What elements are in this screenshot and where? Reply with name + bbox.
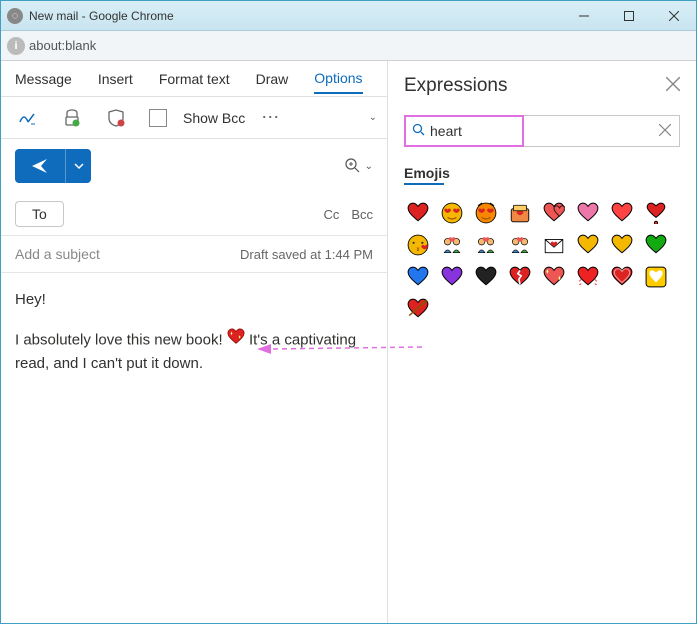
maximize-button[interactable] <box>606 1 651 31</box>
tab-format-text[interactable]: Format text <box>159 71 230 93</box>
subject-row: Add a subject Draft saved at 1:44 PM <box>1 236 387 273</box>
body-line-1: Hey! <box>15 289 373 312</box>
couple-heart[interactable] <box>438 231 466 259</box>
yellow-heart-2[interactable] <box>608 231 636 259</box>
draft-status: Draft saved at 1:44 PM <box>240 247 373 262</box>
blue-heart[interactable] <box>404 263 432 291</box>
tab-options[interactable]: Options <box>314 70 362 94</box>
tab-insert[interactable]: Insert <box>98 71 133 93</box>
close-panel-button[interactable] <box>666 77 680 96</box>
window-titlebar: ◌ New mail - Google Chrome <box>1 1 696 31</box>
heart-eyes-cat[interactable] <box>472 199 500 227</box>
site-info-icon[interactable]: i <box>7 37 25 55</box>
pink-heart[interactable] <box>574 199 602 227</box>
red-heart[interactable] <box>404 199 432 227</box>
zoom-icon <box>345 158 361 174</box>
subject-input[interactable]: Add a subject <box>15 246 100 262</box>
sparkling-heart-inline <box>227 328 245 354</box>
heart-exclamation[interactable] <box>642 199 670 227</box>
url-text: about:blank <box>29 38 96 53</box>
emoji-search-box[interactable] <box>404 115 524 147</box>
broken-heart[interactable] <box>506 263 534 291</box>
orange-heart[interactable] <box>608 199 636 227</box>
close-window-button[interactable] <box>651 1 696 31</box>
browser-favicon: ◌ <box>7 8 23 24</box>
sensitivity-icon[interactable] <box>99 104 133 132</box>
send-button[interactable] <box>15 149 91 183</box>
ribbon-collapse-icon[interactable]: ⌄ <box>369 112 377 123</box>
show-bcc-checkbox[interactable] <box>149 109 167 127</box>
search-row <box>404 115 680 147</box>
emoji-category-label: Emojis <box>404 165 680 181</box>
kissing-face[interactable] <box>404 231 432 259</box>
expressions-panel: Expressions Emojis <box>388 61 696 623</box>
minimize-button[interactable] <box>561 1 606 31</box>
to-button[interactable]: To <box>15 201 64 227</box>
search-icon <box>412 123 426 140</box>
two-hearts[interactable] <box>540 199 568 227</box>
emoji-search-input[interactable] <box>430 123 500 139</box>
options-toolbar: Show Bcc ⋯ ⌄ <box>1 97 387 139</box>
mail-body[interactable]: Hey! I absolutely love this new book! It… <box>1 273 387 408</box>
clear-search-button[interactable] <box>659 123 671 139</box>
black-heart[interactable] <box>472 263 500 291</box>
heart-decoration[interactable] <box>642 263 670 291</box>
couple-heart-2[interactable] <box>506 231 534 259</box>
category-underline <box>404 183 444 185</box>
beating-heart[interactable] <box>574 263 602 291</box>
yellow-heart[interactable] <box>574 231 602 259</box>
panel-title: Expressions <box>404 75 508 97</box>
address-bar[interactable]: i about:blank <box>1 31 696 61</box>
growing-heart[interactable] <box>608 263 636 291</box>
cc-button[interactable]: Cc <box>323 207 339 222</box>
zoom-control[interactable]: ⌄ <box>345 158 373 174</box>
green-heart[interactable] <box>642 231 670 259</box>
more-options-button[interactable]: ⋯ <box>261 107 281 128</box>
window-title: New mail - Google Chrome <box>29 9 561 23</box>
send-dropdown[interactable] <box>65 149 91 183</box>
show-bcc-label: Show Bcc <box>183 110 245 126</box>
love-letter[interactable] <box>540 231 568 259</box>
to-row: To Cc Bcc <box>1 193 387 236</box>
encrypt-icon[interactable] <box>55 104 89 132</box>
bcc-button[interactable]: Bcc <box>351 207 373 222</box>
ribbon-tabs: Message Insert Format text Draw Options <box>1 61 387 97</box>
heart-arrow[interactable] <box>404 295 432 323</box>
action-row: ⌄ <box>1 139 387 193</box>
chevron-down-icon: ⌄ <box>365 161 373 172</box>
body-line-2: I absolutely love this new book! It's a … <box>15 328 373 376</box>
tab-draw[interactable]: Draw <box>256 71 289 93</box>
signature-icon[interactable] <box>11 104 45 132</box>
emoji-grid <box>404 199 680 323</box>
compose-pane: Message Insert Format text Draw Options Show… <box>1 61 388 623</box>
heart-eyes-face[interactable] <box>438 199 466 227</box>
family-heart[interactable] <box>472 231 500 259</box>
purple-heart[interactable] <box>438 263 466 291</box>
search-clear-area <box>524 115 680 147</box>
heart-gift[interactable] <box>506 199 534 227</box>
sparkling-heart[interactable] <box>540 263 568 291</box>
tab-message[interactable]: Message <box>15 71 72 93</box>
send-icon[interactable] <box>15 149 65 183</box>
